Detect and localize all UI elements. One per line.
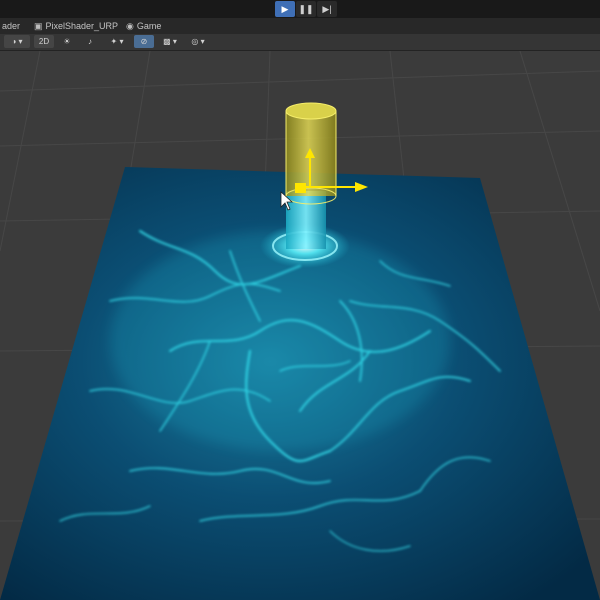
- scene-viewport[interactable]: [0, 51, 600, 600]
- lighting-icon: ☀: [63, 37, 71, 46]
- scene-canvas[interactable]: [0, 51, 600, 600]
- play-button[interactable]: ▶: [275, 1, 295, 17]
- effects-dropdown[interactable]: ✦ ▾: [104, 35, 130, 48]
- effects-icon: ✦ ▾: [110, 37, 124, 46]
- gizmo-plane-handle[interactable]: [295, 183, 306, 193]
- gizmos-icon: ◎ ▾: [191, 37, 205, 46]
- mode-2d-toggle[interactable]: 2D: [34, 35, 54, 48]
- tab-label: ader: [2, 21, 21, 31]
- step-icon: ▶|: [322, 4, 332, 14]
- tab-label: PixelShader_URP: [45, 21, 119, 31]
- draw-mode-dropdown[interactable]: ◑ ▾: [4, 35, 30, 48]
- water-column: [286, 191, 326, 249]
- camera-icon: ▩ ▾: [163, 37, 177, 46]
- pause-button[interactable]: ❚❚: [296, 1, 316, 17]
- step-button[interactable]: ▶|: [317, 1, 337, 17]
- scene-toolbar: ◑ ▾ 2D ☀ ♪ ✦ ▾ ⊘ ▩ ▾ ◎ ▾: [0, 34, 600, 51]
- tab-shader[interactable]: ader: [2, 18, 20, 34]
- tab-label: Game: [136, 21, 162, 31]
- top-toolbar: ▶ ❚❚ ▶|: [0, 0, 600, 18]
- game-controller-icon: ◉: [126, 21, 134, 31]
- mode-2d-label: 2D: [38, 37, 50, 46]
- gizmos-dropdown[interactable]: ◎ ▾: [186, 35, 210, 48]
- tab-bar: ader ▣ PixelShader_URP ◉ Game: [0, 18, 600, 35]
- play-icon: ▶: [281, 4, 289, 14]
- file-icon: ▣: [34, 21, 43, 31]
- lighting-toggle[interactable]: ☀: [58, 35, 76, 48]
- shading-sphere-icon: ◑ ▾: [11, 37, 23, 46]
- pause-icon: ❚❚: [298, 4, 314, 14]
- playmode-controls: ▶ ❚❚ ▶|: [275, 1, 337, 17]
- audio-icon: ♪: [88, 37, 92, 46]
- scene-visibility-icon: ⊘: [140, 37, 148, 46]
- camera-dropdown[interactable]: ▩ ▾: [158, 35, 182, 48]
- tab-pixelshader-urp[interactable]: ▣ PixelShader_URP: [34, 18, 118, 34]
- scene-visibility-toggle[interactable]: ⊘: [134, 35, 154, 48]
- tab-game[interactable]: ◉ Game: [126, 18, 161, 34]
- audio-toggle[interactable]: ♪: [80, 35, 100, 48]
